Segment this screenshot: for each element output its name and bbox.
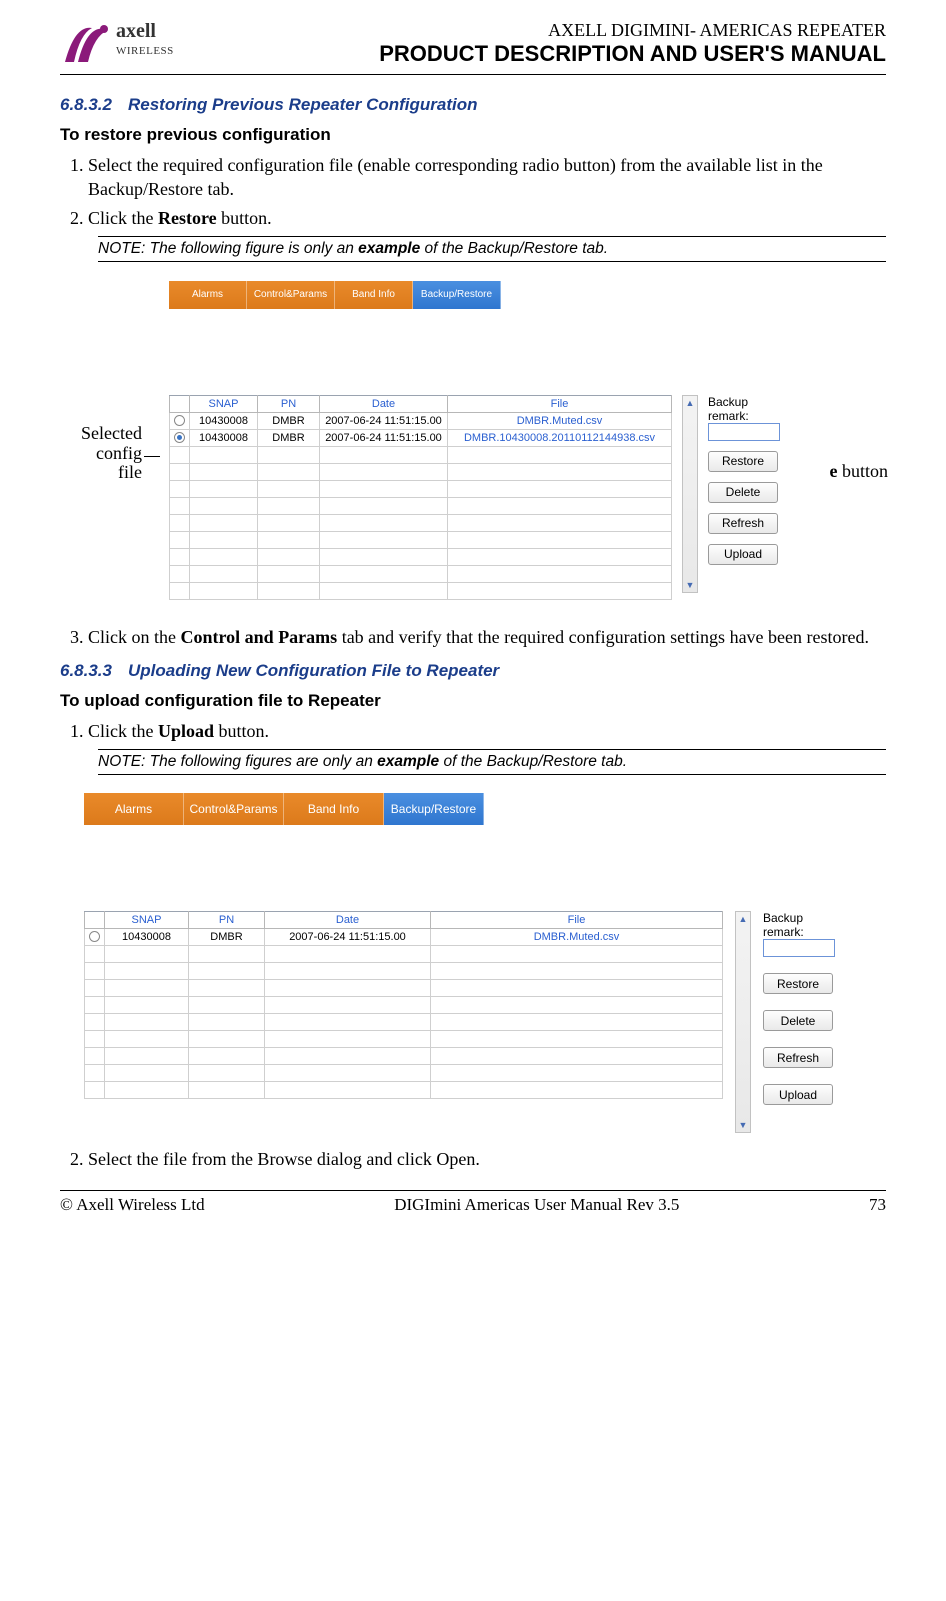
config-files-table: SNAP PN Date File 10430008 DMBR 2007-06-…: [84, 911, 723, 1099]
tabs-row: Alarms Control&Params Band Info Backup/R…: [84, 793, 912, 825]
col-snap: SNAP: [190, 395, 258, 412]
logo-word: axell: [116, 20, 174, 43]
tab-control-params[interactable]: Control&Params: [247, 281, 335, 309]
backup-remark-input[interactable]: [708, 423, 780, 441]
upload-step-1: Click the Upload button.: [88, 719, 886, 743]
note-upload: NOTE: The following figures are only an …: [98, 749, 886, 775]
tab-alarms[interactable]: Alarms: [84, 793, 184, 825]
scroll-down-icon[interactable]: ▼: [736, 1118, 750, 1132]
col-date: Date: [320, 395, 448, 412]
restore-steps-list: Select the required configuration file (…: [60, 153, 886, 230]
upload-steps-list: Click the Upload button.: [60, 719, 886, 743]
col-snap: SNAP: [105, 912, 189, 929]
table-scrollbar[interactable]: ▲ ▼: [682, 395, 698, 593]
side-button-panel: Backup remark: Restore Delete Refresh Up…: [763, 911, 841, 1105]
col-pn: PN: [189, 912, 265, 929]
footer-page-number: 73: [869, 1195, 886, 1215]
refresh-button[interactable]: Refresh: [708, 513, 778, 534]
backup-remark-label: Backup remark:: [763, 911, 841, 939]
upload-step-2: Select the file from the Browse dialog a…: [88, 1147, 886, 1171]
refresh-button[interactable]: Refresh: [763, 1047, 833, 1068]
backup-remark-input[interactable]: [763, 939, 835, 957]
header-product-small: AXELL DIGIMINI- AMERICAS REPEATER: [379, 20, 886, 41]
upload-button[interactable]: Upload: [708, 544, 778, 565]
tabs-row: Alarms Control&Params Band Info Backup/R…: [169, 281, 821, 309]
section-heading-uploading: 6.8.3.3Uploading New Configuration File …: [60, 661, 886, 681]
page-footer: © Axell Wireless Ltd DIGImini Americas U…: [60, 1190, 886, 1215]
backup-remark-label: Backup remark:: [708, 395, 786, 423]
header-product-big: PRODUCT DESCRIPTION AND USER'S MANUAL: [379, 41, 886, 67]
scroll-up-icon[interactable]: ▲: [736, 912, 750, 926]
col-pn: PN: [258, 395, 320, 412]
figure-backup-restore-2: Upload button Alarms Control&Params Band…: [60, 785, 886, 1137]
restore-step-2: Click the Restore button.: [88, 206, 886, 230]
upload-button[interactable]: Upload: [763, 1084, 833, 1105]
file-link[interactable]: DMBR.10430008.20110112144938.csv: [448, 429, 672, 446]
file-link[interactable]: DMBR.Muted.csv: [431, 929, 723, 946]
tab-alarms[interactable]: Alarms: [169, 281, 247, 309]
restore-button[interactable]: Restore: [708, 451, 778, 472]
tab-band-info[interactable]: Band Info: [284, 793, 384, 825]
restore-steps-list-cont: Click on the Control and Params tab and …: [60, 625, 886, 649]
radio-row-1[interactable]: [174, 415, 185, 426]
tab-backup-restore[interactable]: Backup/Restore: [413, 281, 501, 309]
footer-left: © Axell Wireless Ltd: [60, 1195, 205, 1215]
col-date: Date: [265, 912, 431, 929]
radio-row-1[interactable]: [89, 931, 100, 942]
section-heading-restoring: 6.8.3.2Restoring Previous Repeater Confi…: [60, 95, 886, 115]
subheading-restore: To restore previous configuration: [60, 125, 886, 145]
restore-step-3: Click on the Control and Params tab and …: [88, 625, 886, 649]
tab-backup-restore[interactable]: Backup/Restore: [384, 793, 484, 825]
delete-button[interactable]: Delete: [763, 1010, 833, 1031]
scroll-down-icon[interactable]: ▼: [683, 578, 697, 592]
table-row[interactable]: 10430008 DMBR 2007-06-24 11:51:15.00 DMB…: [170, 412, 672, 429]
tab-band-info[interactable]: Band Info: [335, 281, 413, 309]
callout-selected-config: Selectedconfigfile: [58, 424, 142, 483]
side-button-panel: Backup remark: Restore Delete Refresh Up…: [708, 395, 786, 565]
figure-backup-restore-1: Selectedconfigfile Restore button Alarms…: [60, 272, 886, 615]
subheading-upload: To upload configuration file to Repeater: [60, 691, 886, 711]
table-row[interactable]: 10430008 DMBR 2007-06-24 11:51:15.00 DMB…: [85, 929, 723, 946]
axell-logo-icon: [60, 20, 110, 70]
page-header: axell WIRELESS AXELL DIGIMINI- AMERICAS …: [60, 20, 886, 70]
config-files-table: SNAP PN Date File 10430008 DMBR 2007-06-…: [169, 395, 672, 600]
restore-button[interactable]: Restore: [763, 973, 833, 994]
restore-step-1: Select the required configuration file (…: [88, 153, 886, 202]
upload-steps-list-cont: Select the file from the Browse dialog a…: [60, 1147, 886, 1171]
delete-button[interactable]: Delete: [708, 482, 778, 503]
scroll-up-icon[interactable]: ▲: [683, 396, 697, 410]
logo-subtext: WIRELESS: [116, 45, 174, 57]
table-scrollbar[interactable]: ▲ ▼: [735, 911, 751, 1133]
header-rule: [60, 74, 886, 75]
tab-control-params[interactable]: Control&Params: [184, 793, 284, 825]
table-row[interactable]: 10430008 DMBR 2007-06-24 11:51:15.00 DMB…: [170, 429, 672, 446]
col-file: File: [431, 912, 723, 929]
file-link[interactable]: DMBR.Muted.csv: [448, 412, 672, 429]
col-file: File: [448, 395, 672, 412]
logo: axell WIRELESS: [60, 20, 174, 70]
footer-center: DIGImini Americas User Manual Rev 3.5: [394, 1195, 679, 1215]
radio-row-2[interactable]: [174, 432, 185, 443]
note-restore: NOTE: The following figure is only an ex…: [98, 236, 886, 262]
